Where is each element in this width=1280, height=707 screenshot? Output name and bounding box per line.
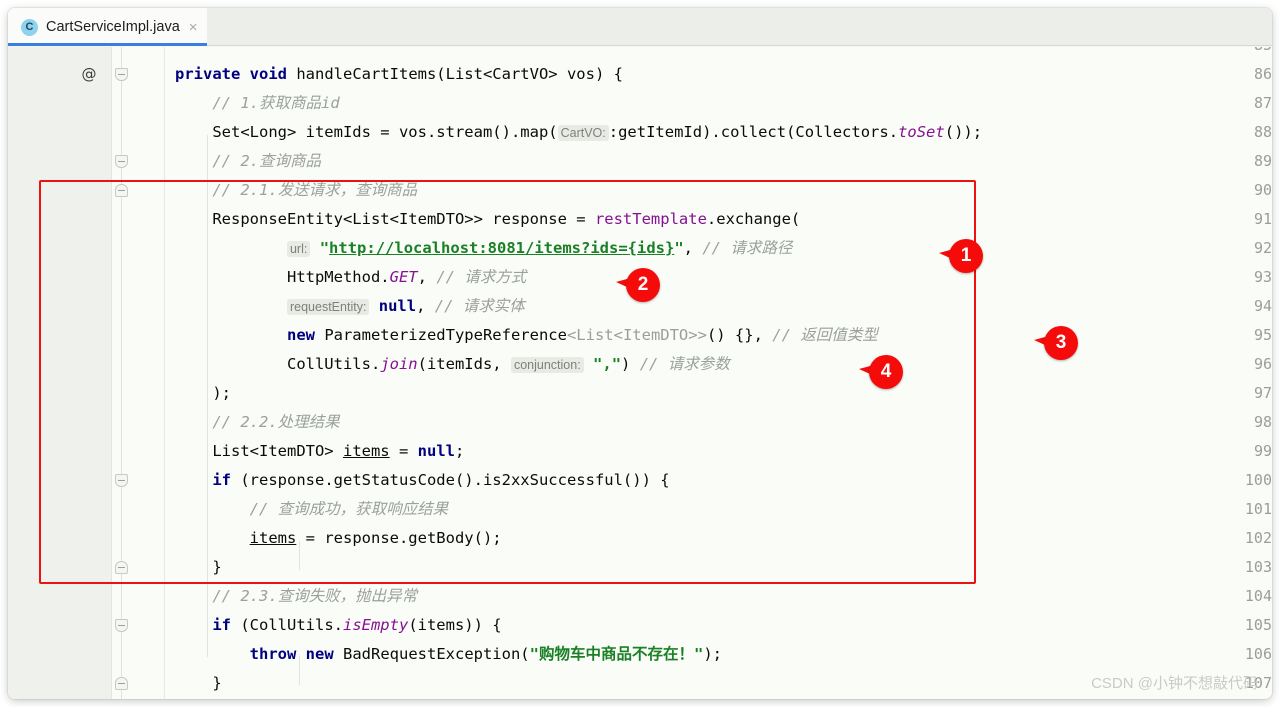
code-line[interactable]: } bbox=[165, 553, 1272, 582]
code-line[interactable]: if (response.getStatusCode().is2xxSucces… bbox=[165, 466, 1272, 495]
code-line[interactable]: url: "http://localhost:8081/items?ids={i… bbox=[165, 234, 1272, 263]
code-line[interactable]: new ParameterizedTypeReference<List<Item… bbox=[165, 321, 1272, 350]
code-line[interactable]: CollUtils.join(itemIds, conjunction: ","… bbox=[165, 350, 1272, 379]
csdn-watermark: CSDN @小钟不想敲代码 bbox=[1091, 675, 1258, 692]
code-content[interactable]: private void handleCartItems(List<CartVO… bbox=[165, 47, 1272, 699]
tab-title: CartServiceImpl.java bbox=[46, 19, 180, 35]
fold-down-icon[interactable] bbox=[115, 474, 128, 487]
tab-active-underline bbox=[8, 43, 207, 46]
code-line[interactable]: Set<Long> itemIds = vos.stream().map(Car… bbox=[165, 118, 1272, 147]
code-line[interactable]: // 2.3.查询失败，抛出异常 bbox=[165, 582, 1272, 611]
code-line[interactable]: items = response.getBody(); bbox=[165, 524, 1272, 553]
code-line[interactable]: requestEntity: null, // 请求实体 bbox=[165, 292, 1272, 321]
callout-number: 4 bbox=[869, 355, 903, 389]
screenshot-root: C CartServiceImpl.java × 85 86@878889909… bbox=[0, 0, 1280, 707]
tab-cartserviceimpl-java[interactable]: C CartServiceImpl.java × bbox=[8, 8, 207, 46]
callout-number: 3 bbox=[1044, 326, 1078, 360]
ide-window: C CartServiceImpl.java × 85 86@878889909… bbox=[8, 8, 1272, 699]
annotation-gutter-icon[interactable]: @ bbox=[80, 60, 98, 89]
code-line[interactable]: ResponseEntity<List<ItemDTO>> response =… bbox=[165, 205, 1272, 234]
code-line[interactable]: List<ItemDTO> items = null; bbox=[165, 437, 1272, 466]
callout-number: 1 bbox=[949, 239, 983, 273]
code-line[interactable]: // 查询成功，获取响应结果 bbox=[165, 495, 1272, 524]
callout-number: 2 bbox=[626, 268, 660, 302]
fold-up-icon[interactable] bbox=[115, 561, 128, 574]
code-line[interactable]: // 2.1.发送请求，查询商品 bbox=[165, 176, 1272, 205]
editor-tab-bar: C CartServiceImpl.java × bbox=[8, 8, 1272, 46]
fold-rail bbox=[121, 47, 122, 699]
java-class-icon: C bbox=[21, 18, 38, 36]
code-line[interactable]: // 2.2.处理结果 bbox=[165, 408, 1272, 437]
fold-up-icon[interactable] bbox=[115, 677, 128, 690]
code-line[interactable]: // 1.获取商品id bbox=[165, 89, 1272, 118]
callout-marker-3: 3 bbox=[1034, 326, 1078, 360]
code-editor[interactable]: 85 86@8788899091929394959697989910010110… bbox=[8, 47, 1272, 699]
callout-marker-2: 2 bbox=[616, 268, 660, 302]
fold-up-icon[interactable] bbox=[115, 184, 128, 197]
code-line[interactable]: throw new BadRequestException("购物车中商品不存在… bbox=[165, 640, 1272, 669]
callout-marker-4: 4 bbox=[859, 355, 903, 389]
code-line[interactable]: ); bbox=[165, 379, 1272, 408]
callout-marker-1: 1 bbox=[939, 239, 983, 273]
code-line[interactable]: private void handleCartItems(List<CartVO… bbox=[165, 60, 1272, 89]
fold-down-icon[interactable] bbox=[115, 68, 128, 81]
fold-down-icon[interactable] bbox=[115, 619, 128, 632]
code-line[interactable]: if (CollUtils.isEmpty(items)) { bbox=[165, 611, 1272, 640]
editor-gutter[interactable] bbox=[8, 47, 112, 699]
code-line[interactable]: HttpMethod.GET, // 请求方式 bbox=[165, 263, 1272, 292]
code-line[interactable]: // 2.查询商品 bbox=[165, 147, 1272, 176]
close-icon[interactable]: × bbox=[189, 20, 198, 35]
fold-down-icon[interactable] bbox=[115, 155, 128, 168]
